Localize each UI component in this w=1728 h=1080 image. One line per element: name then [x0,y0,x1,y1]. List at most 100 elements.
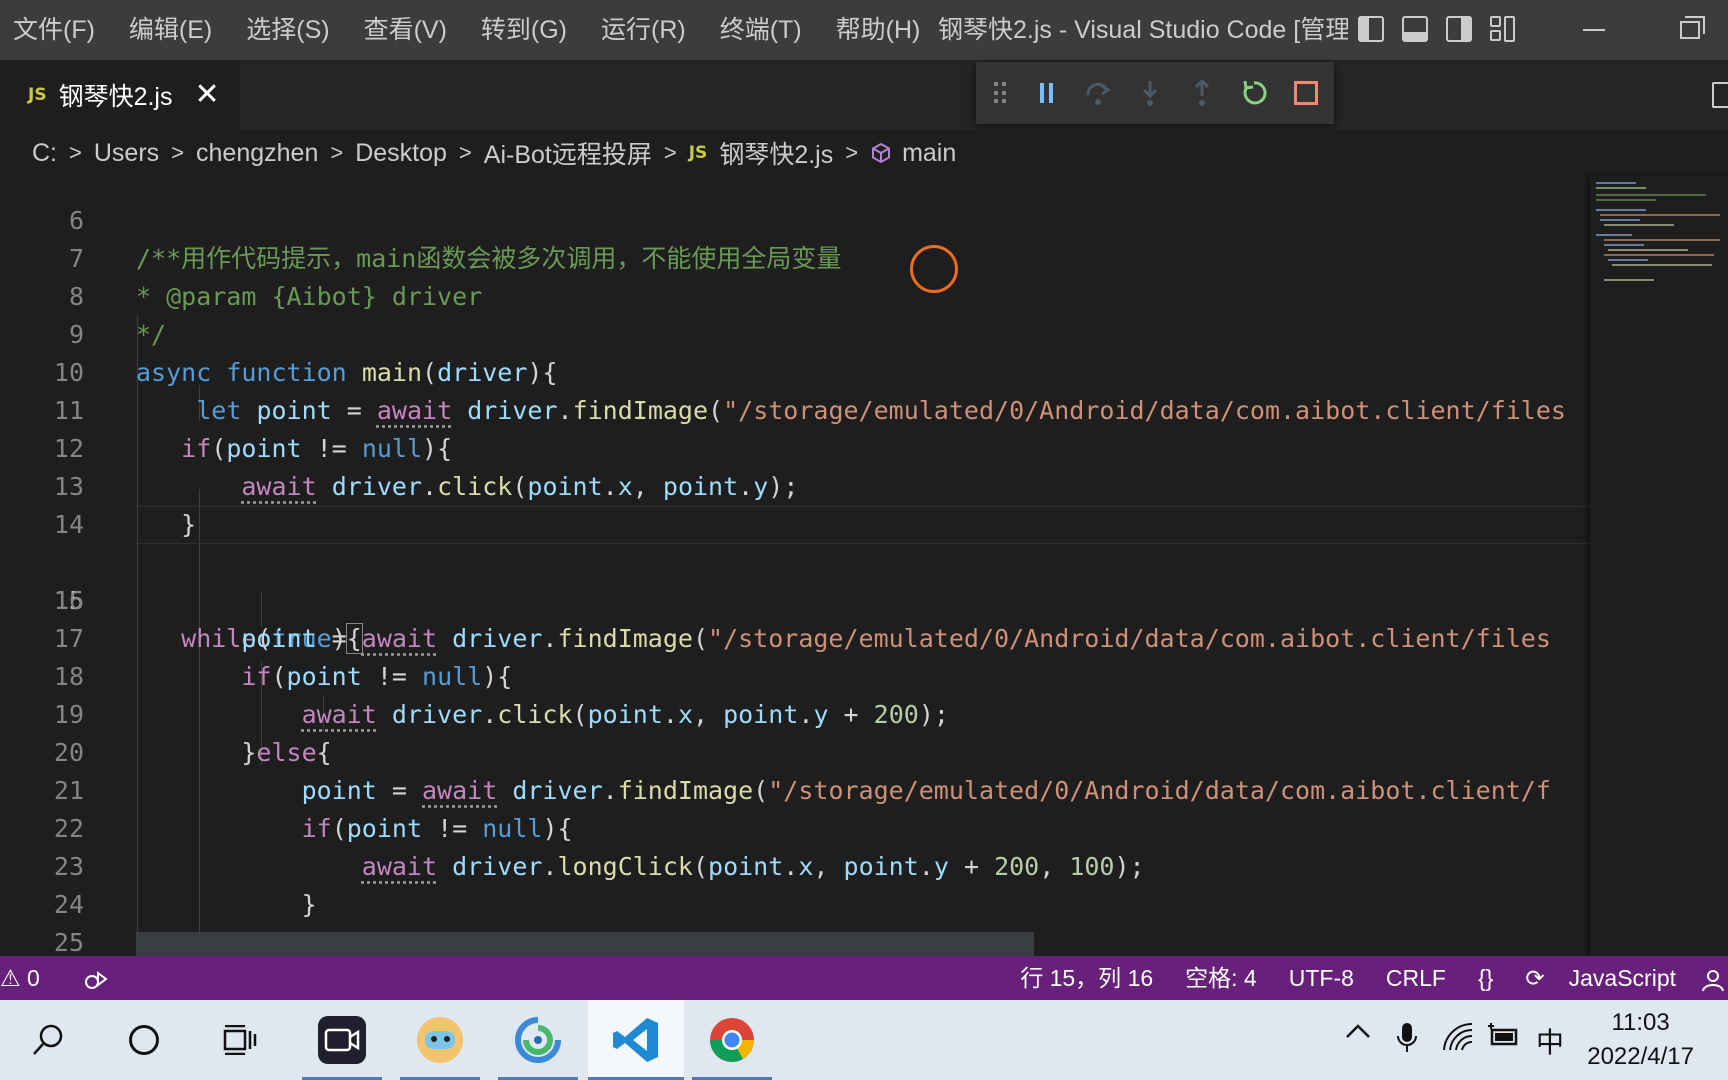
taskbar-camera-app[interactable] [302,1000,382,1080]
cortana-icon [129,1025,159,1055]
vscode-icon [613,1018,658,1062]
js-file-icon: JS [28,85,47,105]
code-line-active: 15 while(true){ [0,506,1590,654]
stop-button[interactable] [1280,62,1332,124]
end-of-line[interactable]: CRLF [1370,956,1462,1000]
search-button[interactable] [8,1000,88,1080]
step-into-icon [1142,81,1158,106]
menu-selection[interactable]: 选择(S) [229,0,346,60]
menu-terminal[interactable]: 终端(T) [703,0,819,60]
step-over-icon [1086,82,1111,105]
split-editor-icon[interactable] [1712,82,1728,108]
breadcrumb-users[interactable]: Users [94,139,159,168]
toggle-primary-sidebar-icon[interactable] [1358,16,1384,42]
code-line: 14 [0,468,1590,539]
app-swirl-icon [515,1017,561,1063]
layout-controls [1358,16,1516,42]
menu-go[interactable]: 转到(G) [464,0,584,60]
code-line: 25 [0,886,1590,956]
menu-run[interactable]: 运行(R) [584,0,703,60]
close-icon[interactable]: ✕ [194,80,219,110]
ime-indicator[interactable]: 中 [1536,1021,1564,1061]
toggle-panel-icon[interactable] [1402,16,1428,42]
window-title: 钢琴快2.js - Visual Studio Code [管理... [938,16,1348,44]
toggle-secondary-sidebar-icon[interactable] [1446,16,1472,42]
breadcrumb-symbol[interactable]: main [902,139,956,168]
editor-tab[interactable]: JS 钢琴快2.js ✕ [0,60,240,130]
step-into-button[interactable] [1124,62,1176,124]
current-line-highlight [136,506,1590,544]
problems-indicator[interactable]: ⚠ 0 [0,956,56,1000]
search-icon [33,1024,63,1055]
pause-button[interactable] [1020,62,1072,124]
tab-bar: JS 钢琴快2.js ✕ [0,60,1728,130]
step-out-icon [1194,78,1210,106]
indentation[interactable]: 空格: 4 [1169,956,1273,1000]
task-view-button[interactable] [200,1000,280,1080]
chevron-right-icon: > [663,140,677,165]
encoding[interactable]: UTF-8 [1273,956,1370,1000]
step-over-button[interactable] [1072,62,1124,124]
code-editor[interactable]: 6 /**用作代码提示，main函数会被多次调用，不能使用全局变量 7 * @p… [0,176,1590,956]
status-right: 行 15，列 16 空格: 4 UTF-8 CRLF {} ⟳ JavaScri… [1004,956,1728,1000]
code-line: 23 } [0,810,1590,919]
restart-button[interactable] [1228,62,1280,124]
accounts-icon[interactable] [1692,956,1728,1000]
breadcrumb-user[interactable]: chengzhen [196,139,318,168]
chevron-right-icon: > [458,140,472,165]
minimize-icon [1583,29,1605,31]
debug-toolbar [976,62,1334,124]
chevron-right-icon: > [171,140,185,165]
chevron-right-icon: > [845,140,859,165]
code-line: 6 /**用作代码提示，main函数会被多次调用，不能使用全局变量 [0,176,1590,273]
breadcrumb-file[interactable]: 钢琴快2.js [719,135,833,171]
camera-app-icon [318,1016,366,1064]
chrome-icon [710,1018,754,1062]
code-line: 18 await driver.click(point.x, point.y +… [0,620,1590,729]
menu-file[interactable]: 文件(F) [0,0,112,60]
clock[interactable]: 11:03 2022/4/17 [1587,1006,1694,1074]
taskbar-vscode[interactable] [588,1000,684,1080]
customize-layout-icon[interactable] [1490,16,1516,42]
microphone-icon[interactable] [1396,1022,1418,1061]
breadcrumb-folder[interactable]: Ai-Bot远程投屏 [484,135,652,171]
taskbar-chrome[interactable] [692,1000,772,1080]
restore-button[interactable] [1660,0,1720,60]
grip-icon[interactable] [994,82,1006,104]
minimap[interactable] [1590,176,1728,956]
problems-count: 0 [27,965,40,991]
title-bar: 文件(F) 编辑(E) 选择(S) 查看(V) 转到(G) 运行(R) 终端(T… [0,0,1728,60]
taskbar: 中 11:03 2022/4/17 [0,1000,1728,1080]
breadcrumb-drive[interactable]: C: [32,139,57,168]
language-mode[interactable]: JavaScript [1553,956,1692,1000]
code-line: 12 await driver.click(point.x, point.y); [0,392,1590,501]
taskbar-aibot-app[interactable] [400,1000,480,1080]
chevron-right-icon: > [69,140,82,165]
pause-icon [1039,83,1053,103]
step-out-button[interactable] [1176,62,1228,124]
sync-icon[interactable]: ⟳ [1509,956,1552,1000]
minimize-button[interactable] [1564,0,1624,60]
warning-icon: ⚠ [0,965,21,991]
symbol-method-icon [872,142,891,164]
menu-help[interactable]: 帮助(H) [819,0,938,60]
braces-icon[interactable]: {} [1462,956,1509,1000]
cursor-position[interactable]: 行 15，列 16 [1004,956,1169,1000]
battery-icon[interactable] [1486,1022,1520,1059]
breadcrumb: C: > Users > chengzhen > Desktop > Ai-Bo… [0,130,1728,176]
code-line: 22 await driver.longClick(point.x, point… [0,772,1590,881]
cortana-button[interactable] [104,1000,184,1080]
task-view-icon [223,1025,257,1055]
menu-bar: 文件(F) 编辑(E) 选择(S) 查看(V) 转到(G) 运行(R) 终端(T… [0,0,937,60]
code-line: 7 * @param {Aibot} driver [0,202,1590,311]
chevron-up-icon[interactable] [1344,1018,1372,1053]
menu-view[interactable]: 查看(V) [347,0,464,60]
restore-icon [1680,16,1705,39]
taskbar-swirl-app[interactable] [498,1000,578,1080]
wifi-icon[interactable] [1442,1022,1474,1059]
js-file-icon: JS [688,143,708,163]
code-line: 21 if(point != null){ [0,734,1590,843]
debug-status[interactable] [66,956,124,1000]
menu-edit[interactable]: 编辑(E) [112,0,229,60]
breadcrumb-desktop[interactable]: Desktop [355,139,447,168]
